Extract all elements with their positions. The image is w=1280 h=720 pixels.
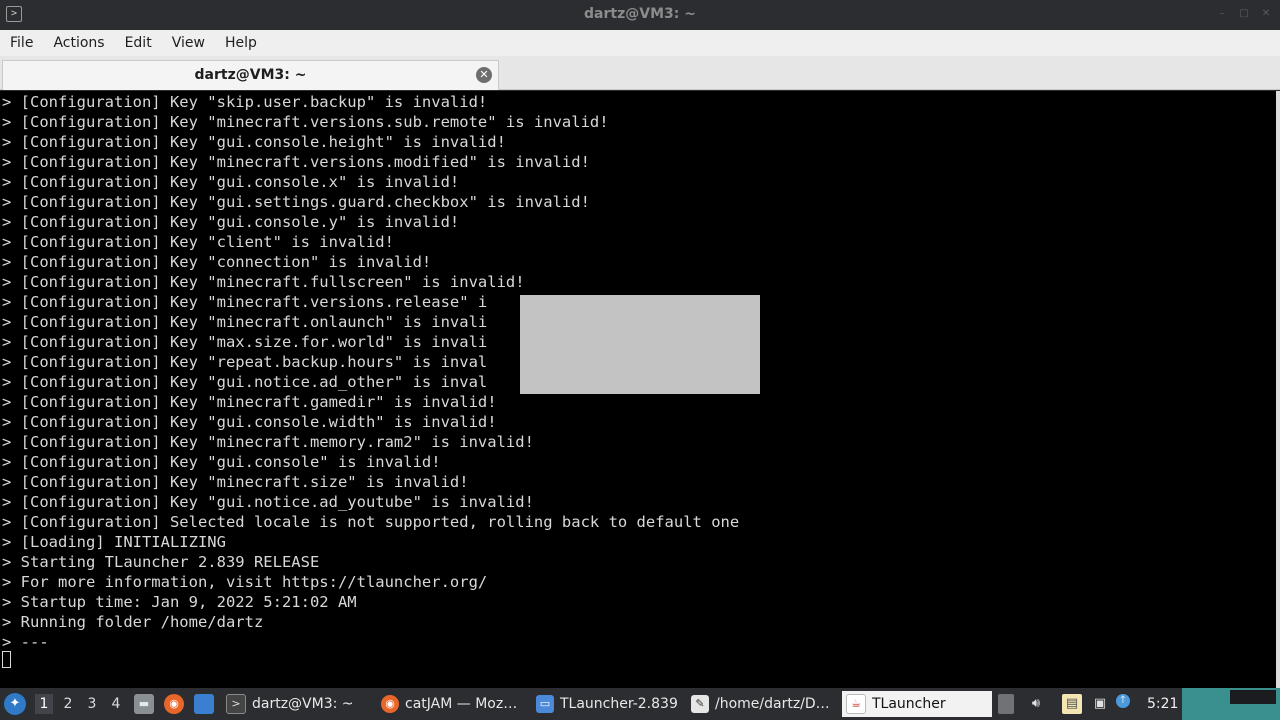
workspace-2[interactable]: 2: [59, 694, 77, 714]
redacted-overlay: [520, 295, 760, 394]
terminal-line: > [Configuration] Selected locale is not…: [2, 513, 740, 531]
workspace-4[interactable]: 4: [107, 694, 125, 714]
terminal-line: > [Configuration] Key "skip.user.backup"…: [2, 93, 488, 111]
minimize-icon[interactable]: –: [1216, 8, 1228, 20]
firefox-icon[interactable]: ◉: [164, 694, 184, 714]
task-folder[interactable]: ▭ TLauncher-2.839: [532, 691, 682, 717]
terminal-line: > [Configuration] Key "minecraft.fullscr…: [2, 273, 525, 291]
terminal-line: > [Configuration] Key "minecraft.gamedir…: [2, 393, 497, 411]
start-menu-icon[interactable]: ✦: [4, 693, 26, 715]
task-tlauncher[interactable]: ☕ TLauncher: [842, 691, 992, 717]
terminal-line: > [Configuration] Key "minecraft.memory.…: [2, 433, 534, 451]
menu-view[interactable]: View: [172, 35, 205, 51]
terminal-tab[interactable]: dartz@VM3: ~ ✕: [2, 60, 499, 90]
clipboard-icon[interactable]: [998, 694, 1014, 714]
workspace-1[interactable]: 1: [35, 694, 53, 714]
terminal-line: > Startup time: Jan 9, 2022 5:21:02 AM: [2, 593, 357, 611]
taskbar: ✦ 1 2 3 4 ▬ ◉ > dartz@VM3: ~ ◉ catJAM — …: [0, 688, 1280, 720]
task-label: /home/dartz/D…: [715, 696, 830, 712]
workspace-3[interactable]: 3: [83, 694, 101, 714]
terminal-line: > [Configuration] Key "gui.notice.ad_you…: [2, 493, 534, 511]
terminal-line: > [Configuration] Key "minecraft.version…: [2, 153, 590, 171]
terminal-line: > [Loading] INITIALIZING: [2, 533, 226, 551]
terminal-line: > [Configuration] Key "gui.settings.guar…: [2, 193, 590, 211]
menu-actions[interactable]: Actions: [53, 35, 104, 51]
menu-bar: File Actions Edit View Help: [0, 30, 1280, 56]
folder-icon: ▭: [536, 695, 554, 713]
terminal-line: > Starting TLauncher 2.839 RELEASE: [2, 553, 320, 571]
close-icon[interactable]: ✕: [1260, 8, 1272, 20]
firefox-icon: ◉: [381, 695, 399, 713]
menu-file[interactable]: File: [10, 35, 33, 51]
terminal-line: > [Configuration] Key "gui.console.y" is…: [2, 213, 460, 231]
terminal-icon: >: [226, 694, 246, 714]
terminal-line: > For more information, visit https://tl…: [2, 573, 488, 591]
text-editor-icon: ✎: [691, 695, 709, 713]
menu-edit[interactable]: Edit: [125, 35, 152, 51]
terminal-line: > ---: [2, 633, 49, 651]
terminal-line: > [Configuration] Key "minecraft.size" i…: [2, 473, 469, 491]
show-desktop-button[interactable]: [1230, 690, 1276, 704]
clock: 5:21: [1147, 696, 1179, 712]
task-label: catJAM — Moz…: [405, 696, 518, 712]
terminal-line: > Running folder /home/dartz: [2, 613, 264, 631]
terminal-line: > [Configuration] Key "gui.console.heigh…: [2, 133, 506, 151]
tab-label: dartz@VM3: ~: [194, 67, 307, 83]
terminal-line: > [Configuration] Key "gui.console.x" is…: [2, 173, 460, 191]
close-circle-icon[interactable]: ✕: [476, 67, 492, 83]
show-desktop-icon[interactable]: [194, 694, 214, 714]
volume-icon[interactable]: 🔊︎: [1026, 694, 1046, 714]
terminal-line: > [Configuration] Key "connection" is in…: [2, 253, 432, 271]
desktop-peek[interactable]: [1182, 688, 1280, 720]
terminal-line: > [Configuration] Key "gui.console" is i…: [2, 453, 441, 471]
window-title: dartz@VM3: ~: [584, 6, 696, 22]
notes-icon[interactable]: ▤: [1062, 694, 1082, 714]
terminal-line: > [Configuration] Key "client" is invali…: [2, 233, 394, 251]
terminal-cursor: [2, 651, 11, 668]
task-text-editor[interactable]: ✎ /home/dartz/D…: [687, 691, 837, 717]
task-label: dartz@VM3: ~: [252, 696, 354, 712]
window-titlebar[interactable]: > dartz@VM3: ~ – □ ✕: [0, 0, 1280, 30]
window-controls: – □ ✕: [1216, 8, 1272, 20]
task-terminal[interactable]: > dartz@VM3: ~: [222, 691, 372, 717]
update-icon[interactable]: ↑: [1116, 694, 1130, 708]
tab-bar: dartz@VM3: ~ ✕: [0, 56, 1280, 90]
file-manager-icon[interactable]: ▬: [134, 694, 154, 714]
menu-help[interactable]: Help: [225, 35, 257, 51]
terminal-line: > [Configuration] Key "gui.console.width…: [2, 413, 497, 431]
terminal-line: > [Configuration] Key "minecraft.version…: [2, 113, 609, 131]
network-icon[interactable]: ▣: [1090, 694, 1110, 714]
terminal-output[interactable]: > [Configuration] Key "skip.user.backup"…: [0, 91, 1280, 688]
java-icon: ☕: [846, 694, 866, 714]
task-label: TLauncher-2.839: [560, 696, 678, 712]
task-label: TLauncher: [872, 696, 946, 712]
terminal-scrollbar[interactable]: [1276, 91, 1280, 688]
task-firefox[interactable]: ◉ catJAM — Moz…: [377, 691, 527, 717]
maximize-icon[interactable]: □: [1238, 8, 1250, 20]
